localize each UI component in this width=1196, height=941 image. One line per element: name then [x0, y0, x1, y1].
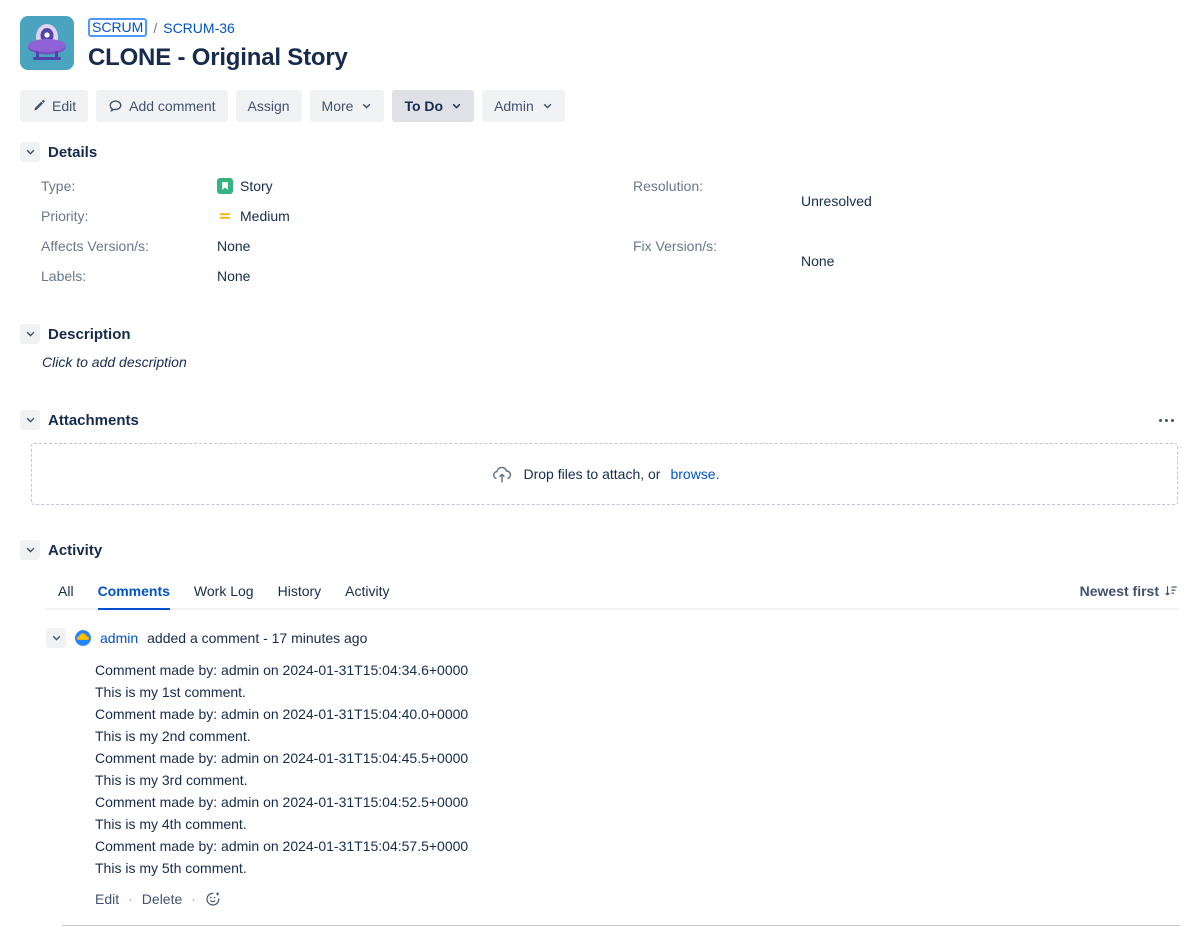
comment-header: admin added a comment - 17 minutes ago	[46, 628, 1180, 648]
attachments-section-title: Attachments	[48, 411, 139, 429]
description-section-title: Description	[48, 325, 131, 343]
description-section: Description Click to add description	[0, 324, 1196, 370]
fix-version-label: Fix Version/s:	[633, 238, 718, 254]
details-right-column: Resolution: Unresolved Fix Version/s: No…	[633, 176, 872, 286]
status-button[interactable]: To Do	[392, 90, 475, 122]
tab-comments[interactable]: Comments	[86, 583, 182, 610]
comment-actions: Edit · Delete ·	[95, 891, 1180, 907]
tab-all[interactable]: All	[46, 583, 86, 608]
chevron-down-icon	[361, 101, 372, 112]
action-separator: ·	[191, 891, 196, 907]
dropzone-text: Drop files to attach, or	[523, 466, 661, 482]
type-value: Story	[217, 176, 633, 196]
activity-section-title: Activity	[48, 541, 103, 559]
admin-button-label: Admin	[494, 98, 534, 114]
sort-order-label: Newest first	[1079, 583, 1159, 599]
sort-order-button[interactable]: Newest first	[1080, 583, 1178, 608]
edit-button[interactable]: Edit	[20, 90, 89, 122]
admin-button[interactable]: Admin	[482, 90, 565, 122]
comment-delete-link[interactable]: Delete	[142, 891, 182, 907]
comment-item: admin added a comment - 17 minutes ago C…	[46, 628, 1180, 926]
issue-header: SCRUM / SCRUM-36 CLONE - Original Story	[0, 0, 1196, 72]
issue-toolbar: Edit Add comment Assign More To Do Admin	[0, 72, 1196, 122]
ufo-spaceship-icon[interactable]	[20, 16, 74, 70]
status-button-label: To Do	[404, 98, 444, 114]
assign-button-label: Assign	[247, 98, 290, 114]
breadcrumb-separator: /	[153, 19, 158, 36]
avatar[interactable]	[75, 630, 91, 646]
attachments-section-header: Attachments	[20, 410, 1180, 430]
breadcrumb: SCRUM / SCRUM-36	[88, 18, 348, 37]
activity-section-header: Activity	[20, 540, 1180, 560]
collapse-comment-chevron-down-icon[interactable]	[46, 628, 66, 648]
browse-link[interactable]: browse.	[670, 466, 719, 482]
details-section: Details Type: Story Priority: Medium Aff…	[0, 142, 1196, 286]
chevron-down-icon	[451, 101, 462, 112]
priority-value: Medium	[217, 206, 633, 226]
add-reaction-icon[interactable]	[205, 891, 221, 907]
priority-value-text: Medium	[240, 208, 290, 224]
comment-edit-link[interactable]: Edit	[95, 891, 119, 907]
story-icon	[217, 178, 233, 194]
edit-button-label: Edit	[52, 98, 77, 114]
labels-label: Labels:	[41, 268, 87, 284]
activity-tabs: All Comments Work Log History Activity N…	[46, 576, 1178, 610]
activity-section: Activity All Comments Work Log History A…	[0, 540, 1196, 926]
chevron-down-icon	[542, 101, 553, 112]
affects-version-value: None	[217, 238, 251, 254]
fix-version-value: None	[801, 253, 835, 269]
breadcrumb-issue-link[interactable]: SCRUM-36	[163, 19, 235, 37]
priority-medium-icon	[217, 208, 233, 224]
add-comment-button[interactable]: Add comment	[96, 90, 228, 122]
resolution-label: Resolution:	[633, 178, 704, 194]
page-title: CLONE - Original Story	[88, 44, 348, 71]
cloud-upload-icon	[490, 462, 514, 486]
assign-button[interactable]: Assign	[235, 90, 302, 122]
attachments-section: Attachments Drop files to attach, or bro…	[0, 410, 1196, 505]
details-left-column: Type: Story Priority: Medium Affects Ver…	[41, 176, 633, 286]
description-placeholder[interactable]: Click to add description	[42, 354, 1180, 370]
comment-meta: added a comment - 17 minutes ago	[147, 630, 368, 646]
jira-issue-page: SCRUM / SCRUM-36 CLONE - Original Story …	[0, 0, 1196, 941]
tab-activity[interactable]: Activity	[333, 583, 401, 608]
comment-body: Comment made by: admin on 2024-01-31T15:…	[95, 662, 469, 876]
collapse-details-chevron-down-icon[interactable]	[20, 142, 40, 162]
details-section-title: Details	[48, 143, 98, 161]
affects-version-label: Affects Version/s:	[41, 238, 149, 254]
type-value-text: Story	[240, 178, 273, 194]
labels-value: None	[217, 268, 251, 284]
pencil-icon	[32, 99, 46, 113]
sort-descending-icon	[1164, 584, 1178, 598]
header-text-block: SCRUM / SCRUM-36 CLONE - Original Story	[88, 16, 348, 72]
comment-bubble-icon	[108, 99, 123, 114]
priority-label: Priority:	[41, 208, 89, 224]
more-button-label: More	[321, 98, 354, 114]
details-grid: Type: Story Priority: Medium Affects Ver…	[20, 176, 1180, 286]
type-label: Type:	[41, 178, 76, 194]
activity-tab-list: All Comments Work Log History Activity	[46, 583, 402, 610]
description-section-header: Description	[20, 324, 1180, 344]
details-section-header: Details	[20, 142, 1180, 162]
ufo-spaceship-glyph	[28, 24, 66, 60]
comment-divider	[62, 925, 1180, 926]
attachments-title-group: Attachments	[20, 410, 139, 430]
resolution-value: Unresolved	[801, 193, 872, 209]
tab-work-log[interactable]: Work Log	[182, 583, 266, 608]
action-separator: ·	[128, 891, 133, 907]
attachment-dropzone[interactable]: Drop files to attach, or browse.	[31, 443, 1178, 505]
comment-author-link[interactable]: admin	[100, 630, 138, 646]
more-button[interactable]: More	[309, 90, 385, 122]
add-comment-button-label: Add comment	[129, 98, 216, 114]
collapse-activity-chevron-down-icon[interactable]	[20, 540, 40, 560]
breadcrumb-project-link[interactable]: SCRUM	[88, 18, 148, 37]
collapse-attachments-chevron-down-icon[interactable]	[20, 410, 40, 430]
collapse-description-chevron-down-icon[interactable]	[20, 324, 40, 344]
tab-history[interactable]: History	[266, 583, 334, 608]
ellipsis-icon[interactable]	[1153, 413, 1180, 428]
